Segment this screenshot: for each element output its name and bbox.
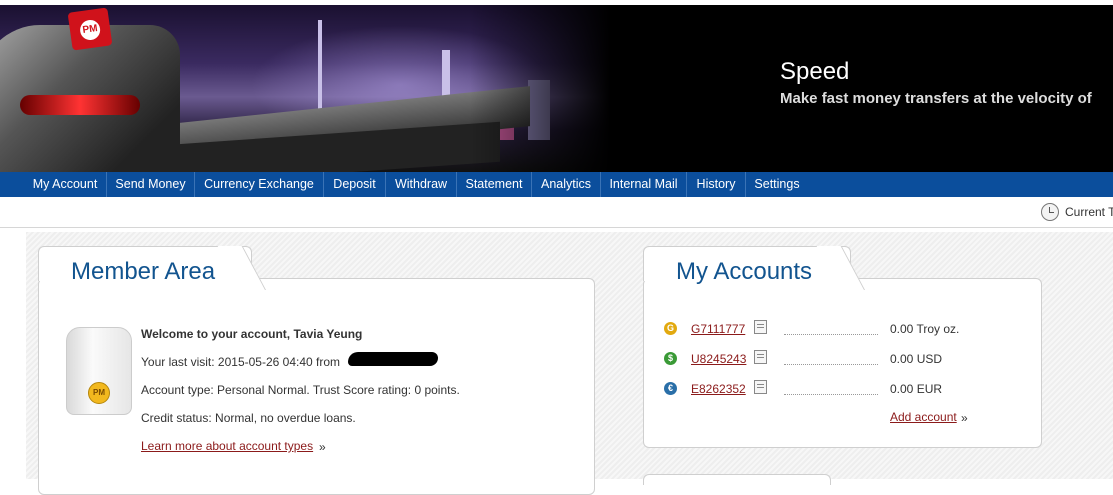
statement-icon[interactable] bbox=[754, 380, 767, 394]
next-panel-tab bbox=[643, 474, 831, 485]
account-type-text: Account type: Personal Normal. Trust Sco… bbox=[141, 383, 460, 397]
account-balance-eur: 0.00 EUR bbox=[890, 382, 943, 396]
redacted-ip bbox=[348, 352, 438, 366]
account-balance-gold: 0.00 Troy oz. bbox=[890, 322, 960, 336]
member-area-title: Member Area bbox=[71, 258, 216, 285]
statement-icon[interactable] bbox=[754, 320, 767, 334]
pm-logo-flag[interactable]: PM bbox=[67, 7, 113, 51]
header-banner: PM Speed Make fast money transfers at th… bbox=[0, 5, 1113, 172]
nav-my-account[interactable]: My Account bbox=[26, 172, 104, 197]
euro-coin-icon: € bbox=[664, 382, 677, 395]
banner-title: Speed bbox=[780, 58, 850, 85]
nav-analytics[interactable]: Analytics bbox=[534, 172, 598, 197]
main-nav: My Account Send Money Currency Exchange … bbox=[0, 172, 1113, 197]
account-balance-usd: 0.00 USD bbox=[890, 352, 943, 366]
nav-deposit[interactable]: Deposit bbox=[326, 172, 383, 197]
welcome-message: Welcome to your account, Tavia Yeung bbox=[141, 327, 363, 341]
learn-more-link[interactable]: Learn more about account types bbox=[141, 439, 313, 453]
add-account-link[interactable]: Add account bbox=[890, 410, 957, 424]
nav-internal-mail[interactable]: Internal Mail bbox=[603, 172, 684, 197]
account-link-usd[interactable]: U8245243 bbox=[691, 352, 746, 366]
nav-history[interactable]: History bbox=[689, 172, 743, 197]
pm-badge-icon: PM bbox=[88, 382, 110, 404]
nav-withdraw[interactable]: Withdraw bbox=[388, 172, 454, 197]
time-bar bbox=[0, 197, 1113, 228]
clock-icon bbox=[1041, 203, 1059, 221]
credit-status-text: Credit status: Normal, no overdue loans. bbox=[141, 411, 356, 425]
gold-coin-icon: G bbox=[664, 322, 677, 335]
nav-currency-exchange[interactable]: Currency Exchange bbox=[197, 172, 321, 197]
nav-send-money[interactable]: Send Money bbox=[109, 172, 192, 197]
last-visit-text: Your last visit: 2015-05-26 04:40 from bbox=[141, 355, 341, 369]
my-accounts-title: My Accounts bbox=[676, 258, 813, 285]
dollar-coin-icon: $ bbox=[664, 352, 677, 365]
nav-statement[interactable]: Statement bbox=[459, 172, 529, 197]
account-link-gold[interactable]: G7111777 bbox=[691, 322, 745, 336]
banner-subtitle: Make fast money transfers at the velocit… bbox=[780, 90, 1092, 107]
nav-settings[interactable]: Settings bbox=[748, 172, 806, 197]
current-time-label: Current T bbox=[1065, 205, 1113, 219]
statement-icon[interactable] bbox=[754, 350, 767, 364]
add-account-arrow: » bbox=[961, 411, 968, 425]
pm-logo-text: PM bbox=[78, 18, 102, 42]
learn-more-arrow: » bbox=[319, 440, 326, 454]
account-link-eur[interactable]: E8262352 bbox=[691, 382, 746, 396]
